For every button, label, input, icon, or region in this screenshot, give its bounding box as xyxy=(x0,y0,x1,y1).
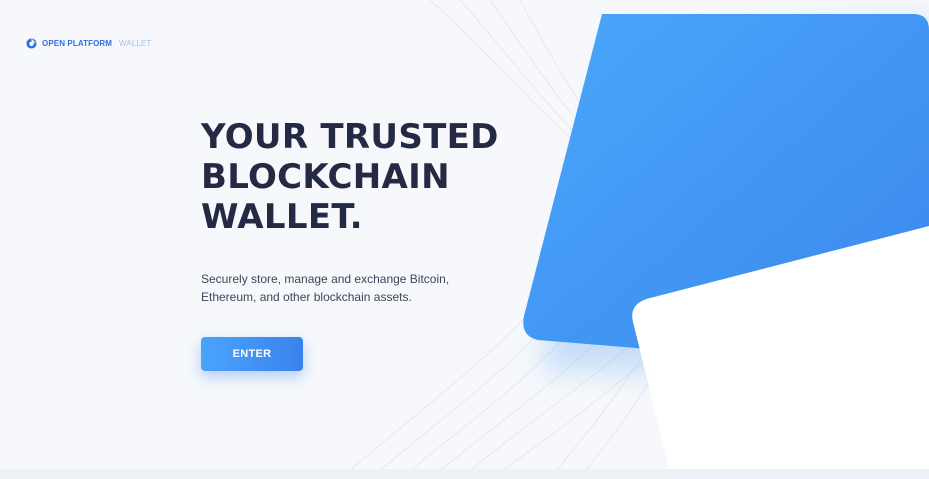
brand-suffix: WALLET xyxy=(119,39,152,48)
headline-line: WALLET. xyxy=(201,197,363,237)
hero-headline: YOUR TRUSTED BLOCKCHAIN WALLET. xyxy=(201,117,561,237)
hero-illustration xyxy=(523,14,929,479)
subtitle-line: Ethereum, and other blockchain assets. xyxy=(201,290,412,304)
landing-page: OPEN PLATFORM WALLET YOUR TRUSTED BLOCKC… xyxy=(0,0,929,479)
bottom-strip xyxy=(0,469,929,479)
headline-line: BLOCKCHAIN xyxy=(201,157,450,197)
subtitle-line: Securely store, manage and exchange Bitc… xyxy=(201,272,450,286)
enter-button[interactable]: ENTER xyxy=(201,337,303,371)
brand-logo[interactable]: OPEN PLATFORM WALLET xyxy=(26,38,151,49)
headline-line: YOUR TRUSTED xyxy=(201,117,499,157)
circle-logo-icon xyxy=(26,38,37,49)
brand-name: OPEN PLATFORM xyxy=(42,39,113,48)
hero-subtitle: Securely store, manage and exchange Bitc… xyxy=(201,270,501,306)
